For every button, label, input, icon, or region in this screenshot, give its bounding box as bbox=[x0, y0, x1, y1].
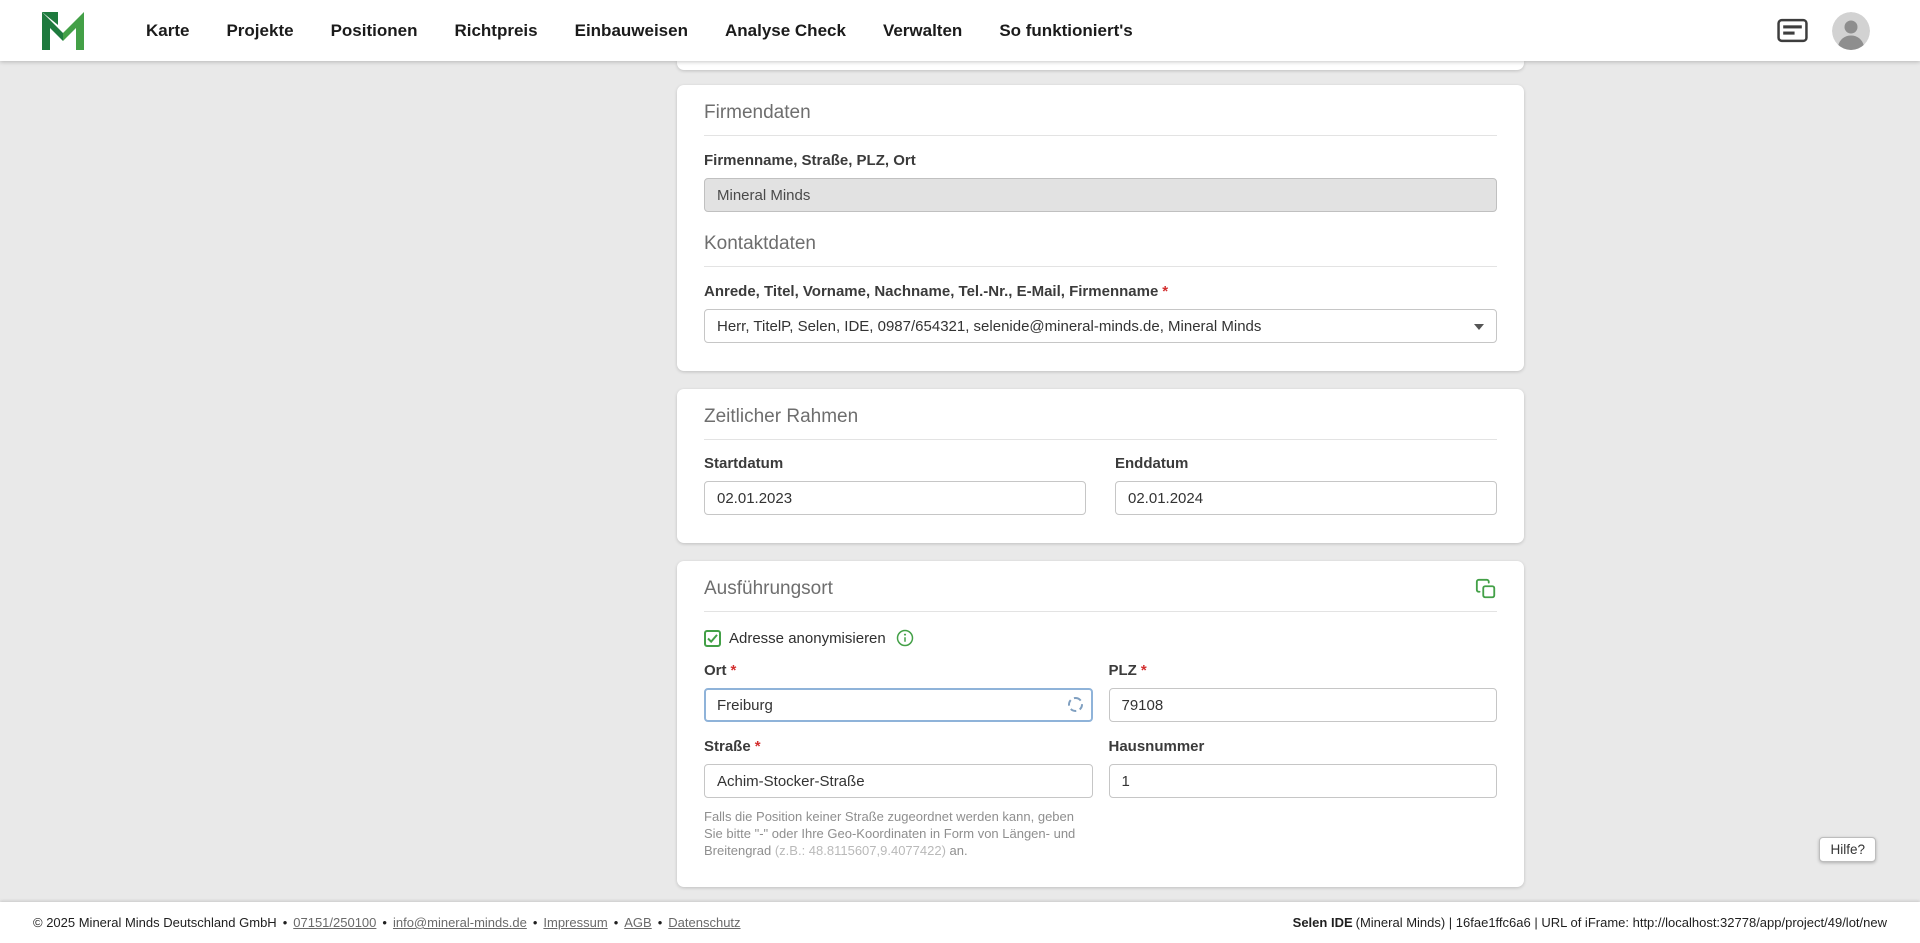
card-partial-top bbox=[677, 61, 1524, 70]
footer-debug-info: Selen IDE (Mineral Minds) | 16fae1ffc6a6… bbox=[1293, 915, 1887, 930]
mineral-minds-logo[interactable] bbox=[40, 10, 86, 52]
footer-link-datenschutz[interactable]: Datenschutz bbox=[668, 915, 740, 930]
plz-label: PLZ* bbox=[1109, 663, 1498, 679]
anonymize-checkbox[interactable] bbox=[704, 630, 721, 647]
help-button[interactable]: Hilfe? bbox=[1819, 837, 1876, 862]
nav-item-karte[interactable]: Karte bbox=[146, 21, 189, 41]
header-right bbox=[1777, 12, 1870, 50]
strasse-label: Straße* bbox=[704, 739, 1093, 755]
footer-link-phone[interactable]: 07151/250100 bbox=[293, 915, 376, 930]
check-icon bbox=[707, 634, 718, 643]
logo-icon bbox=[40, 10, 86, 52]
company-input bbox=[704, 178, 1497, 212]
plz-input[interactable] bbox=[1109, 688, 1498, 722]
nav-item-so-funktionierts[interactable]: So funktioniert's bbox=[999, 21, 1132, 41]
ort-label: Ort* bbox=[704, 663, 1093, 679]
enddatum-field: Enddatum bbox=[1115, 456, 1497, 515]
startdatum-input[interactable] bbox=[704, 481, 1086, 515]
copy-icon bbox=[1475, 578, 1497, 600]
footer-app-name: Selen IDE bbox=[1293, 915, 1353, 930]
plz-field: PLZ* bbox=[1109, 663, 1498, 722]
hausnummer-input[interactable] bbox=[1109, 764, 1498, 798]
chevron-down-icon bbox=[1474, 324, 1484, 335]
divider bbox=[704, 135, 1497, 136]
ort-field: Ort* bbox=[704, 663, 1093, 722]
footer-debug-text: (Mineral Minds) | 16fae1ffc6a6 | URL of … bbox=[1356, 915, 1887, 930]
footer-left: © 2025 Mineral Minds Deutschland GmbH • … bbox=[33, 915, 741, 930]
startdatum-label: Startdatum bbox=[704, 456, 1086, 472]
main-nav: Karte Projekte Positionen Richtpreis Ein… bbox=[146, 21, 1133, 41]
strasse-input[interactable] bbox=[704, 764, 1093, 798]
firmendaten-title: Firmendaten bbox=[704, 102, 1497, 124]
user-avatar[interactable] bbox=[1832, 12, 1870, 50]
card-zeitlicher-rahmen: Zeitlicher Rahmen Startdatum Enddatum bbox=[677, 389, 1524, 543]
ausfuehrungsort-title: Ausführungsort bbox=[704, 578, 833, 600]
hausnummer-label: Hausnummer bbox=[1109, 739, 1498, 755]
divider bbox=[704, 439, 1497, 440]
copy-address-button[interactable] bbox=[1475, 578, 1497, 600]
info-icon[interactable] bbox=[896, 629, 914, 647]
contact-select-value: Herr, TitelP, Selen, IDE, 0987/654321, s… bbox=[717, 318, 1261, 335]
top-nav: Karte Projekte Positionen Richtpreis Ein… bbox=[0, 0, 1920, 61]
content-column: Firmendaten Firmenname, Straße, PLZ, Ort… bbox=[677, 61, 1524, 902]
anonymize-row: Adresse anonymisieren bbox=[704, 629, 1497, 647]
footer-link-impressum[interactable]: Impressum bbox=[543, 915, 607, 930]
enddatum-label: Enddatum bbox=[1115, 456, 1497, 472]
required-marker: * bbox=[731, 662, 737, 679]
nav-item-projekte[interactable]: Projekte bbox=[226, 21, 293, 41]
strasse-hint: Falls die Position keiner Straße zugeord… bbox=[704, 808, 1096, 859]
kontaktdaten-title: Kontaktdaten bbox=[704, 233, 1497, 255]
footer-link-agb[interactable]: AGB bbox=[624, 915, 651, 930]
nav-item-analyse-check[interactable]: Analyse Check bbox=[725, 21, 846, 41]
contact-label: Anrede, Titel, Vorname, Nachname, Tel.-N… bbox=[704, 284, 1497, 300]
terminal-icon[interactable] bbox=[1777, 18, 1808, 43]
anonymize-label[interactable]: Adresse anonymisieren bbox=[729, 630, 886, 647]
company-label: Firmenname, Straße, PLZ, Ort bbox=[704, 153, 1497, 169]
nav-item-einbauweisen[interactable]: Einbauweisen bbox=[575, 21, 688, 41]
page: Karte Projekte Positionen Richtpreis Ein… bbox=[0, 0, 1920, 943]
strasse-field: Straße* bbox=[704, 739, 1093, 798]
nav-item-verwalten[interactable]: Verwalten bbox=[883, 21, 962, 41]
zeitraum-title: Zeitlicher Rahmen bbox=[704, 406, 1497, 428]
enddatum-input[interactable] bbox=[1115, 481, 1497, 515]
footer: © 2025 Mineral Minds Deutschland GmbH • … bbox=[0, 902, 1920, 943]
card-ausfuehrungsort: Ausführungsort Adress bbox=[677, 561, 1524, 887]
startdatum-field: Startdatum bbox=[704, 456, 1086, 515]
nav-item-richtpreis[interactable]: Richtpreis bbox=[454, 21, 537, 41]
hausnummer-field: Hausnummer bbox=[1109, 739, 1498, 798]
loading-spinner-icon bbox=[1068, 697, 1083, 712]
person-icon bbox=[1832, 12, 1870, 50]
card-firmendaten: Firmendaten Firmenname, Straße, PLZ, Ort… bbox=[677, 85, 1524, 371]
ort-input[interactable] bbox=[704, 688, 1093, 722]
divider bbox=[704, 266, 1497, 267]
contact-select[interactable]: Herr, TitelP, Selen, IDE, 0987/654321, s… bbox=[704, 309, 1497, 343]
main-content: Firmendaten Firmenname, Straße, PLZ, Ort… bbox=[0, 61, 1920, 902]
footer-link-email[interactable]: info@mineral-minds.de bbox=[393, 915, 527, 930]
footer-copyright: © 2025 Mineral Minds Deutschland GmbH bbox=[33, 915, 277, 930]
required-marker: * bbox=[1141, 662, 1147, 679]
required-marker: * bbox=[755, 738, 761, 755]
required-marker: * bbox=[1162, 283, 1168, 300]
divider bbox=[704, 611, 1497, 612]
nav-item-positionen[interactable]: Positionen bbox=[331, 21, 418, 41]
